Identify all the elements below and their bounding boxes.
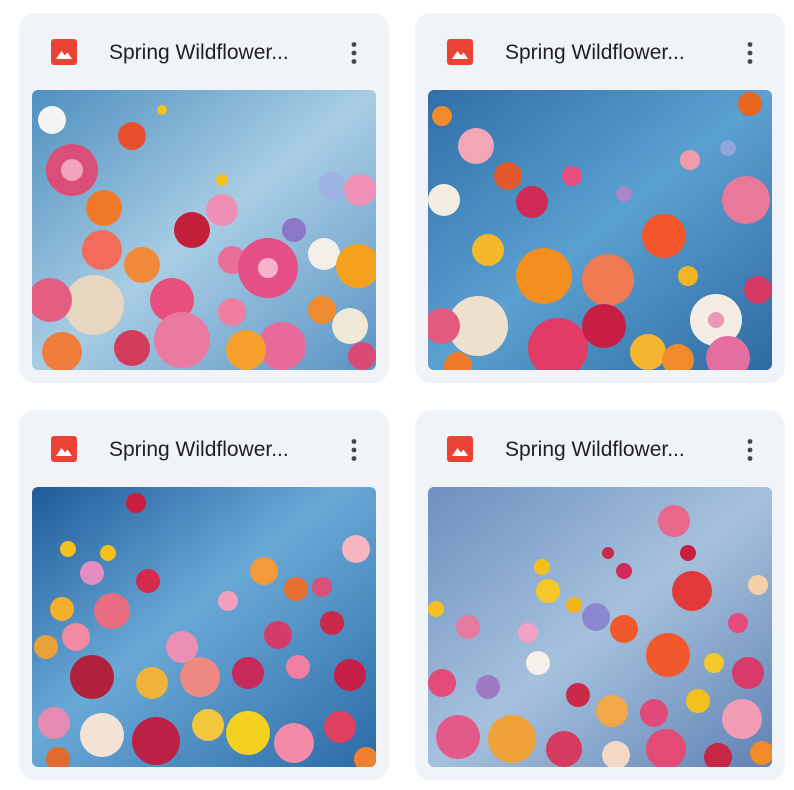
more-options-button[interactable] bbox=[737, 36, 763, 70]
file-card[interactable]: Spring Wildflower... bbox=[415, 410, 785, 780]
more-vert-icon bbox=[351, 42, 357, 64]
image-thumbnail[interactable] bbox=[428, 487, 772, 767]
image-thumbnail[interactable] bbox=[32, 487, 376, 767]
image-file-icon bbox=[447, 436, 473, 462]
file-title: Spring Wildflower... bbox=[109, 438, 289, 461]
more-options-button[interactable] bbox=[737, 433, 763, 467]
file-card[interactable]: Spring Wildflower... bbox=[19, 13, 389, 383]
more-options-button[interactable] bbox=[341, 433, 367, 467]
file-title: Spring Wildflower... bbox=[505, 438, 685, 461]
image-file-icon bbox=[51, 436, 77, 462]
file-card[interactable]: Spring Wildflower... bbox=[19, 410, 389, 780]
file-title: Spring Wildflower... bbox=[109, 41, 289, 64]
image-file-icon bbox=[447, 39, 473, 65]
file-card[interactable]: Spring Wildflower... bbox=[415, 13, 785, 383]
more-vert-icon bbox=[747, 439, 753, 461]
more-options-button[interactable] bbox=[341, 36, 367, 70]
image-thumbnail[interactable] bbox=[428, 90, 772, 370]
image-thumbnail[interactable] bbox=[32, 90, 376, 370]
file-title: Spring Wildflower... bbox=[505, 41, 685, 64]
more-vert-icon bbox=[351, 439, 357, 461]
more-vert-icon bbox=[747, 42, 753, 64]
image-file-icon bbox=[51, 39, 77, 65]
